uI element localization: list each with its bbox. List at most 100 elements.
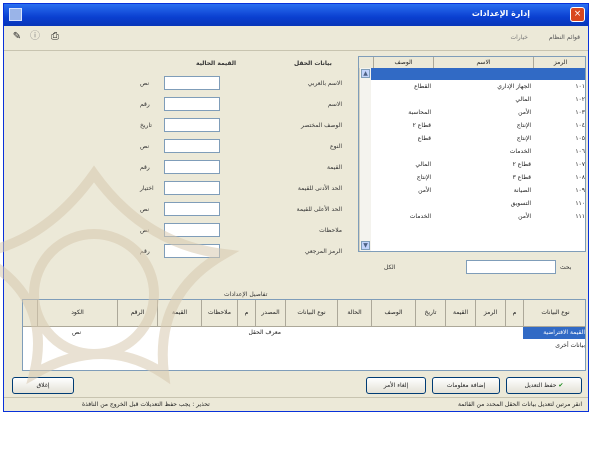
- form-header-value: القيمة الحالية: [196, 60, 237, 67]
- list-cell-code: ١١١: [575, 213, 585, 220]
- list-item[interactable]: القطاع الجهاز الإداري ١٠١: [371, 81, 585, 93]
- form-field-type: اختيار: [140, 185, 154, 192]
- details-header: نوع البيانات م الرمز القيمة تاريخ الوصف الحالة…: [23, 300, 585, 327]
- list-item[interactable]: الخدمات الأمن ١١١: [371, 211, 585, 223]
- info-icon[interactable]: ⓘ: [28, 30, 42, 44]
- list-cell-desc: الإنتاج: [416, 174, 431, 181]
- form-header-field: بيانات الحقل: [294, 60, 332, 67]
- list-cell-name: الإنتاج: [516, 122, 531, 129]
- list-cell-name: الأمن: [518, 109, 531, 116]
- list-cell-name: المالي: [515, 96, 531, 103]
- details-col-header[interactable]: المصدر: [255, 300, 285, 326]
- form-field-label: الاسم: [327, 101, 342, 108]
- list-col-desc[interactable]: الوصف: [373, 57, 433, 68]
- list-cell-desc: القطاع: [414, 83, 431, 90]
- toolbar: ✎ ⓘ ⎙ قوائم النظام خيارات: [4, 26, 588, 51]
- list-cell-desc: قطاع ٢: [412, 122, 431, 129]
- scroll-up-icon[interactable]: ▲: [361, 69, 370, 78]
- details-grid: نوع البيانات م الرمز القيمة تاريخ الوصف الحالة…: [22, 299, 586, 371]
- details-col-header[interactable]: القيمة: [445, 300, 475, 326]
- details-col-header[interactable]: ملاحظات: [201, 300, 237, 326]
- list-cell-code: ١٠٩: [575, 187, 585, 194]
- form-field-input[interactable]: [164, 76, 220, 90]
- details-row[interactable]: بيانات أخرى: [23, 340, 585, 352]
- filter-label: الكل: [384, 264, 396, 271]
- search-label: بحث: [560, 264, 572, 271]
- details-col-header[interactable]: تاريخ: [415, 300, 445, 326]
- edit-icon[interactable]: ✎: [10, 30, 24, 44]
- details-cell-code: [43, 340, 83, 352]
- list-cell-desc: الخدمات: [409, 213, 431, 220]
- details-col-header[interactable]: م: [505, 300, 523, 326]
- list-item[interactable]: [371, 68, 585, 80]
- list-item[interactable]: المالي ١٠٢: [371, 94, 585, 106]
- details-col-header[interactable]: نوع البيانات: [523, 300, 585, 326]
- list-item[interactable]: قطاع الإنتاج ١٠٥: [371, 133, 585, 145]
- form-field-type: نص: [140, 227, 150, 234]
- details-col-header[interactable]: م: [237, 300, 255, 326]
- main-window: إدارة الإعدادات × ✎ ⓘ ⎙ قوائم النظام خيا…: [0, 3, 589, 412]
- form-field-label: ملاحظات: [319, 227, 342, 234]
- list-cell-code: ١٠٦: [575, 148, 585, 155]
- list-item[interactable]: المحاسبة الأمن ١٠٣: [371, 107, 585, 119]
- list-cell-desc: [373, 68, 433, 80]
- form-field-input[interactable]: [164, 181, 220, 195]
- list-cell-desc: المحاسبة: [408, 109, 431, 116]
- form-field-input[interactable]: [164, 139, 220, 153]
- printer-icon[interactable]: ⎙: [48, 30, 62, 44]
- list-item[interactable]: الخدمات ١٠٦: [371, 146, 585, 158]
- details-col-header[interactable]: الحالة: [337, 300, 371, 326]
- list-item[interactable]: الإنتاج قطاع ٣ ١٠٨: [371, 172, 585, 184]
- details-row[interactable]: [23, 353, 585, 365]
- list-cell-name: قطاع ٢: [512, 161, 531, 168]
- list-cell-desc: [373, 146, 433, 158]
- form-field-type: نص: [140, 206, 150, 213]
- add-info-button[interactable]: إضافة معلومات: [432, 377, 500, 394]
- cancel-button[interactable]: إلغاء الأمر: [366, 377, 426, 394]
- form-field-type: رقم: [140, 164, 150, 171]
- list-scrollbar[interactable]: ▲ ▼: [359, 68, 371, 251]
- form-field-label: القيمة: [326, 164, 342, 171]
- form-field-input[interactable]: [164, 97, 220, 111]
- details-col-header[interactable]: الرمز: [475, 300, 505, 326]
- scroll-down-icon[interactable]: ▼: [361, 241, 370, 250]
- form-field-input[interactable]: [164, 223, 220, 237]
- details-col-header[interactable]: نوع البيانات: [285, 300, 337, 326]
- form-field-type: تاريخ: [140, 122, 152, 129]
- details-cell-code: [43, 353, 83, 365]
- list-col-name[interactable]: الاسم: [433, 57, 533, 68]
- form-field-input[interactable]: [164, 244, 220, 258]
- form-field-input[interactable]: [164, 160, 220, 174]
- details-cell-desc: [223, 340, 283, 352]
- list-cell-code: [533, 68, 585, 80]
- list-item[interactable]: الأمن الصيانة ١٠٩: [371, 185, 585, 197]
- bottom-grid-caption: تفاصيل الإعدادات: [224, 291, 268, 298]
- details-col-header[interactable]: الرقم: [117, 300, 157, 326]
- details-col-header[interactable]: الوصف: [371, 300, 415, 326]
- window-title: إدارة الإعدادات: [471, 9, 530, 18]
- close-window-button[interactable]: إغلاق: [12, 377, 74, 394]
- list-item[interactable]: قطاع ٢ الإنتاج ١٠٤: [371, 120, 585, 132]
- form-field-input[interactable]: [164, 202, 220, 216]
- list-item[interactable]: المالي قطاع ٢ ١٠٧: [371, 159, 585, 171]
- list-col-code[interactable]: الرمز: [533, 57, 585, 68]
- form-field-label: الحد الأعلى للقيمة: [296, 206, 342, 213]
- list-cell-name: الصيانة: [513, 187, 531, 194]
- form-field-type: نص: [140, 143, 150, 150]
- details-col-header[interactable]: الكود: [37, 300, 117, 326]
- check-icon: ✔: [556, 382, 564, 389]
- search-input[interactable]: [466, 260, 556, 274]
- form-field-input[interactable]: [164, 118, 220, 132]
- status-right: انقر مرتين لتعديل بيانات الحقل المحدد من…: [457, 401, 582, 408]
- status-left: تحذير : يجب حفظ التعديلات قبل الخروج من …: [82, 401, 210, 408]
- close-button[interactable]: ×: [570, 7, 585, 22]
- list-item[interactable]: التسويق ١١٠: [371, 198, 585, 210]
- details-col-header[interactable]: القيمة: [157, 300, 201, 326]
- list-cell-code: ١٠١: [575, 83, 585, 90]
- save-button[interactable]: ✔ حفظ التعديل: [506, 377, 582, 394]
- toolbar-options[interactable]: خيارات: [510, 34, 528, 41]
- list-cell-code: ١٠٨: [575, 174, 585, 181]
- details-row[interactable]: القيمة الافتراضية معرف الحقل نص: [23, 327, 585, 339]
- list-cell-code: ١١٠: [575, 200, 585, 207]
- list-cell-name: قطاع ٣: [512, 174, 531, 181]
